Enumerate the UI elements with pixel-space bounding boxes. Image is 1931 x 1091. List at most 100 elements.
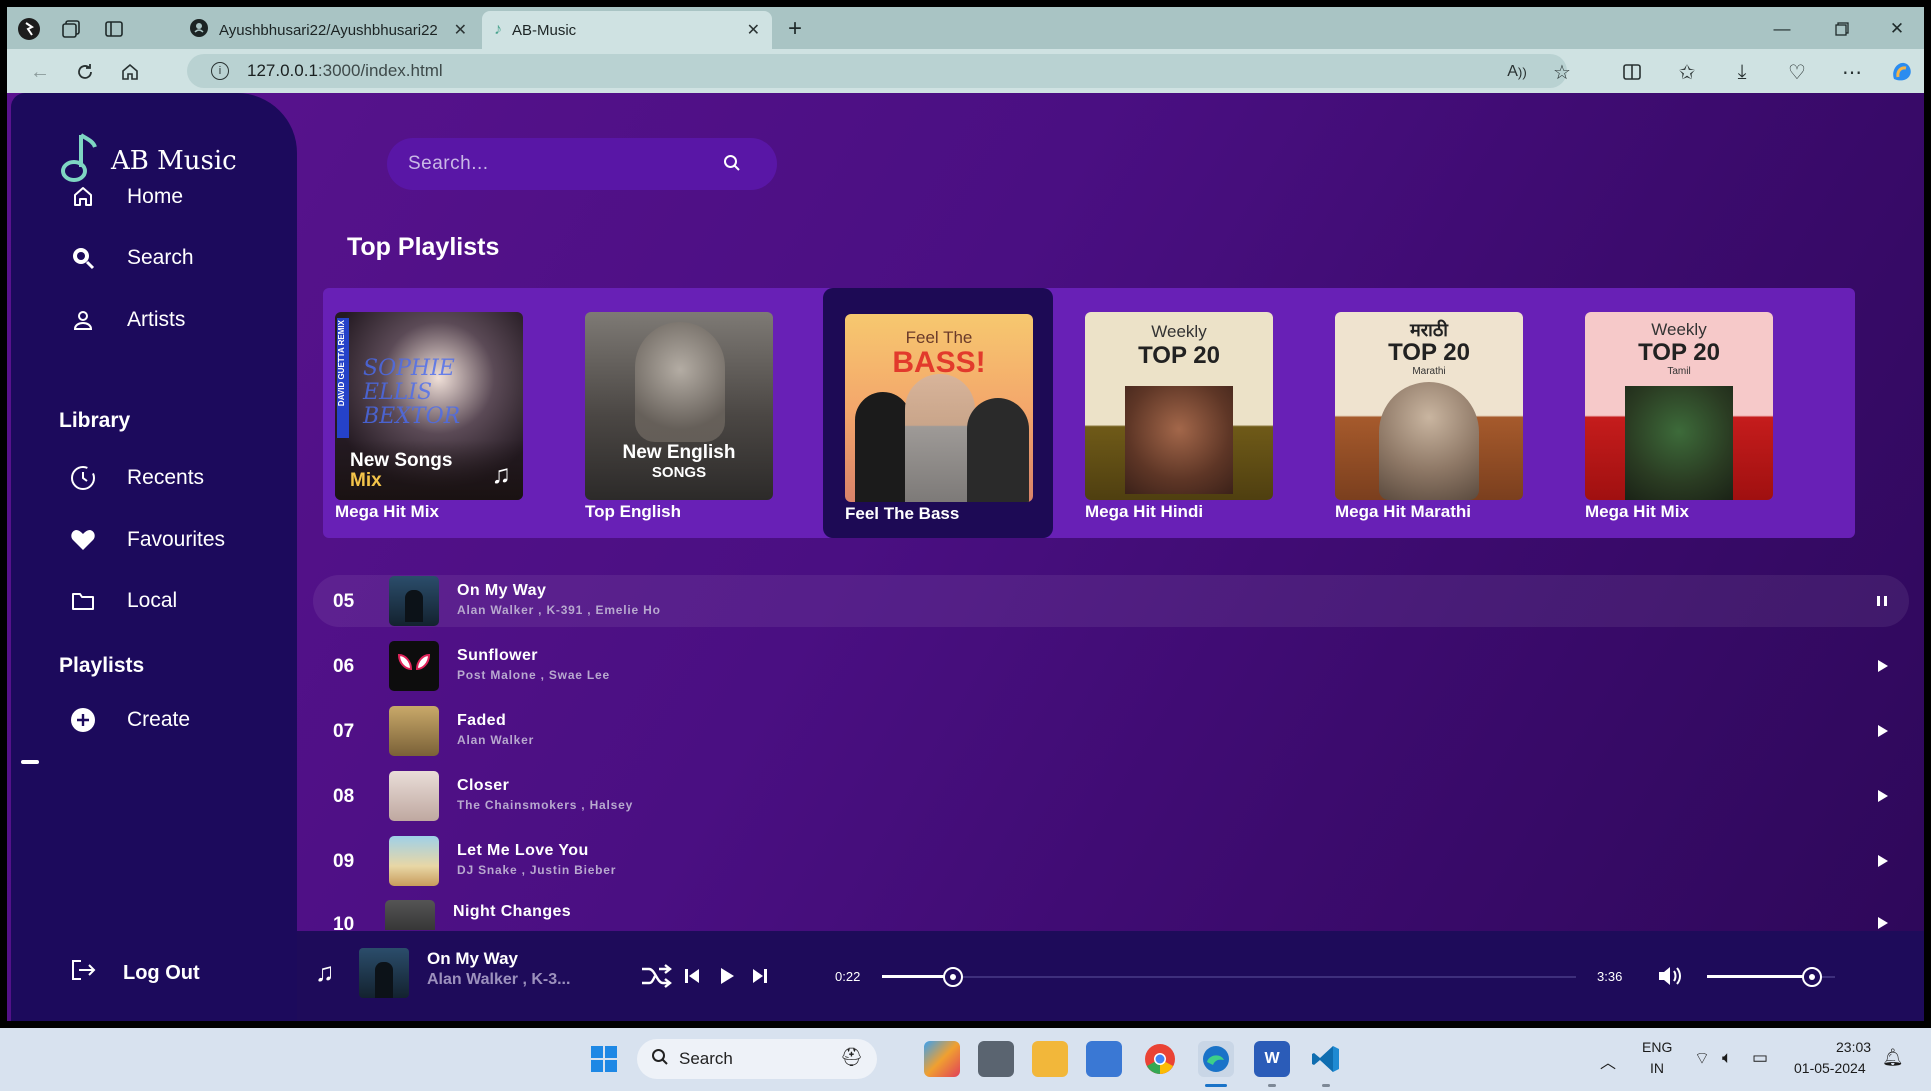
cover-art-text: SOPHIE ELLIS BEXTOR	[363, 356, 461, 429]
close-tab-icon[interactable]: ✕	[747, 20, 760, 40]
song-row[interactable]: 05 On My Way Alan Walker , K-391 , Emeli…	[313, 575, 1909, 627]
more-menu-icon[interactable]: ⋯	[1837, 57, 1867, 87]
pause-icon[interactable]	[1873, 592, 1891, 610]
volume-handle[interactable]	[1801, 967, 1822, 987]
chrome-icon[interactable]	[1142, 1041, 1178, 1077]
play-icon[interactable]	[1873, 787, 1891, 805]
play-icon[interactable]	[1873, 914, 1891, 930]
workspaces-icon[interactable]	[57, 15, 85, 43]
github-icon	[189, 18, 209, 42]
seek-bar[interactable]	[882, 967, 1576, 987]
windows-start-icon[interactable]	[586, 1041, 622, 1077]
chevron-up-icon[interactable]: ︿	[1600, 1049, 1616, 1073]
favorite-star-icon[interactable]: ☆	[1547, 57, 1577, 87]
refresh-icon[interactable]	[70, 57, 100, 87]
song-thumbnail	[389, 706, 439, 756]
address-field[interactable]: i 127.0.0.1:3000/index.html	[187, 54, 1567, 88]
clock-date: 01-05-2024	[1794, 1060, 1866, 1076]
clock-time[interactable]: 23:03	[1836, 1039, 1871, 1055]
playlist-card[interactable]: Weekly TOP 20 Mega Hit Hindi	[1073, 288, 1303, 538]
volume-level	[1707, 975, 1812, 978]
restore-icon[interactable]	[1822, 15, 1862, 43]
nav-recents[interactable]: Recents	[69, 464, 204, 492]
notification-bell-icon[interactable]: 🔔︎	[1882, 1048, 1904, 1068]
copilot-icon[interactable]	[1887, 57, 1917, 87]
nav-artists-label: Artists	[127, 308, 186, 331]
play-icon[interactable]	[1873, 657, 1891, 675]
play-icon[interactable]	[1873, 722, 1891, 740]
speaker-icon[interactable]: 🔈︎	[1722, 1048, 1732, 1068]
playlist-card-selected[interactable]: Feel The BASS! Feel The Bass	[823, 288, 1053, 538]
language-label[interactable]: ENG	[1642, 1039, 1672, 1055]
nav-search[interactable]: Search	[69, 244, 194, 272]
playlist-card[interactable]: मराठी TOP 20 Marathi Mega Hit Marathi	[1323, 288, 1553, 538]
microsoft-store-icon[interactable]	[1086, 1041, 1122, 1077]
close-tab-icon[interactable]: ✕	[454, 20, 467, 40]
home-browser-icon[interactable]	[115, 57, 145, 87]
cover-subtitle: TOP 20	[1388, 339, 1470, 366]
song-row[interactable]: 07 Faded Alan Walker	[313, 705, 1909, 757]
wifi-icon[interactable]: ⌔	[1694, 1048, 1710, 1069]
song-row[interactable]: 10 Night Changes	[313, 900, 1909, 930]
cover-title: Feel The	[905, 328, 973, 347]
previous-icon[interactable]	[675, 959, 709, 993]
playlist-card[interactable]: New English SONGS Top English	[573, 288, 803, 538]
song-row[interactable]: 06 Sunflower Post Malone , Swae Lee	[313, 640, 1909, 692]
cover-title: New Songs	[350, 450, 453, 471]
vscode-running-indicator	[1322, 1084, 1330, 1087]
search-icon[interactable]	[723, 154, 741, 178]
playlist-card[interactable]: Weekly TOP 20 Tamil Mega Hit Mix	[1573, 288, 1803, 538]
play-icon[interactable]	[1873, 852, 1891, 870]
playlist-card[interactable]: DAVID GUETTA REMIX SOPHIE ELLIS BEXTOR N…	[323, 288, 553, 538]
favorites-icon[interactable]: ✩	[1672, 57, 1702, 87]
edge-icon[interactable]	[1198, 1041, 1234, 1077]
seek-handle[interactable]	[942, 967, 963, 987]
minimize-icon[interactable]: —	[1762, 15, 1802, 43]
shuffle-icon[interactable]	[639, 959, 673, 993]
ab-music-app: AB Music Home Search Artists Library Rec…	[7, 93, 1924, 1021]
sidebar-collapse-handle[interactable]	[21, 760, 39, 764]
downloads-icon[interactable]: ⤓	[1727, 57, 1757, 87]
logout-button[interactable]: Log Out	[69, 958, 200, 988]
file-explorer-icon[interactable]	[1032, 1041, 1068, 1077]
nav-home[interactable]: Home	[69, 183, 183, 211]
split-screen-icon[interactable]	[1617, 57, 1647, 87]
close-window-icon[interactable]: ✕	[1877, 15, 1917, 43]
search-input[interactable]: Search...	[387, 138, 777, 190]
song-artist: The Chainsmokers , Halsey	[457, 798, 634, 812]
word-icon[interactable]: W	[1254, 1041, 1290, 1077]
song-artist: DJ Snake , Justin Bieber	[457, 863, 617, 877]
song-row[interactable]: 08 Closer The Chainsmokers , Halsey	[313, 770, 1909, 822]
taskbar-search[interactable]: Search ⛑	[637, 1039, 877, 1079]
cover-figure	[855, 392, 911, 502]
browser-essentials-icon[interactable]: ♡	[1782, 57, 1812, 87]
nav-artists[interactable]: Artists	[69, 306, 185, 334]
app-logo[interactable]: AB Music	[59, 131, 237, 191]
tab-actions-icon[interactable]	[100, 15, 128, 43]
cover-photo	[1625, 386, 1733, 500]
logo-music-note-icon	[59, 131, 99, 191]
search-placeholder: Search...	[408, 153, 489, 174]
song-row[interactable]: 09 Let Me Love You DJ Snake , Justin Bie…	[313, 835, 1909, 887]
profile-icon[interactable]	[15, 15, 43, 43]
volume-icon[interactable]	[1653, 959, 1687, 993]
tab-github[interactable]: Ayushbhusari22/Ayushbhusari22 ✕	[177, 11, 479, 49]
site-info-icon[interactable]: i	[211, 62, 229, 80]
copilot-app-icon[interactable]	[924, 1041, 960, 1077]
next-icon[interactable]	[743, 959, 777, 993]
play-icon[interactable]	[709, 959, 743, 993]
read-aloud-icon[interactable]: A))	[1502, 57, 1532, 87]
search-highlight-icon: ⛑	[840, 1047, 863, 1067]
new-tab-icon[interactable]: +	[781, 15, 809, 43]
nav-favourites[interactable]: Favourites	[69, 526, 225, 554]
create-playlist-button[interactable]: Create	[69, 706, 190, 734]
tab-ab-music[interactable]: ♪ AB-Music ✕	[482, 11, 772, 49]
task-view-icon[interactable]	[978, 1041, 1014, 1077]
nav-local[interactable]: Local	[69, 587, 177, 615]
back-icon[interactable]: ←	[25, 57, 55, 87]
vscode-icon[interactable]	[1308, 1041, 1344, 1077]
battery-icon[interactable]: ▭	[1752, 1048, 1768, 1068]
song-number: 06	[333, 656, 355, 677]
song-title: Closer	[457, 777, 510, 794]
volume-slider[interactable]	[1707, 967, 1835, 987]
